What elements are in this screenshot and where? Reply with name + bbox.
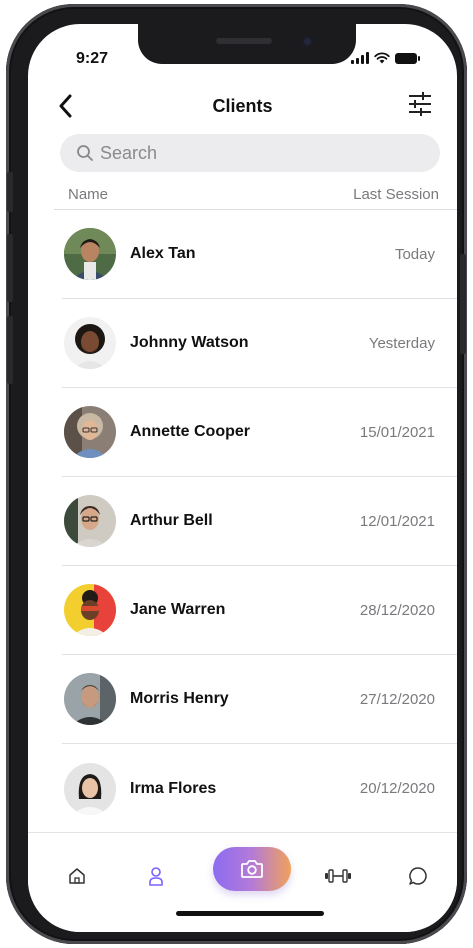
search-icon — [77, 145, 93, 161]
column-headers: Name Last Session — [68, 186, 439, 203]
volume-up-button — [7, 234, 13, 302]
last-session: Today — [394, 245, 435, 263]
mute-switch — [7, 172, 13, 212]
filter-button[interactable] — [407, 90, 433, 118]
volume-down-button — [7, 316, 13, 384]
status-time: 9:27 — [76, 50, 109, 67]
home-indicator — [176, 911, 324, 916]
tab-clients[interactable] — [141, 861, 171, 891]
client-name: Annette Cooper — [130, 423, 250, 440]
camera-button[interactable] — [213, 847, 291, 891]
sliders-icon — [409, 92, 431, 116]
search-bar[interactable] — [60, 134, 440, 172]
wifi-icon — [374, 52, 390, 64]
client-row[interactable]: Johnny Watson Yesterday — [62, 299, 457, 388]
chat-icon — [409, 867, 427, 885]
tab-chat[interactable] — [403, 861, 433, 891]
client-name: Arthur Bell — [130, 512, 213, 529]
power-button — [460, 254, 466, 354]
home-icon — [69, 868, 85, 884]
avatar — [64, 228, 116, 280]
user-icon — [149, 867, 163, 886]
signal-icon — [351, 52, 369, 64]
last-session: Yesterday — [368, 334, 435, 352]
client-name: Irma Flores — [130, 779, 217, 797]
last-session: 12/01/2021 — [359, 512, 435, 530]
client-list: Alex Tan Today Johnny Watson Yesterday A… — [54, 210, 457, 833]
dumbbell-icon — [325, 869, 351, 883]
client-name: Jane Warren — [130, 601, 226, 618]
tab-workouts[interactable] — [323, 861, 353, 891]
client-row[interactable]: Irma Flores 20/12/2020 — [62, 744, 457, 833]
screen: 9:27 Clients Search Name Last Session Al… — [28, 24, 457, 932]
client-row[interactable]: Jane Warren 28/12/2020 — [62, 566, 457, 655]
client-name: Johnny Watson — [130, 334, 249, 351]
avatar — [64, 406, 116, 458]
page-title: Clients — [212, 96, 273, 116]
client-row[interactable]: Morris Henry 27/12/2020 — [62, 655, 457, 744]
client-row[interactable]: Annette Cooper 15/01/2021 — [62, 388, 457, 477]
last-session-column-header: Last Session — [353, 186, 439, 203]
speaker-grille — [216, 38, 272, 44]
last-session: 27/12/2020 — [359, 690, 435, 708]
camera-icon — [241, 860, 263, 878]
client-row[interactable]: Alex Tan Today — [62, 210, 457, 299]
avatar — [64, 495, 116, 547]
notch — [138, 24, 356, 64]
avatar — [64, 317, 116, 369]
tab-home[interactable] — [62, 861, 92, 891]
last-session: 15/01/2021 — [359, 423, 435, 441]
client-name: Alex Tan — [130, 245, 196, 262]
status-icons — [351, 52, 420, 64]
client-row[interactable]: Arthur Bell 12/01/2021 — [62, 477, 457, 566]
battery-icon — [395, 52, 420, 64]
search-input[interactable] — [100, 142, 400, 164]
tab-bar — [28, 832, 457, 932]
avatar — [64, 673, 116, 725]
last-session: 28/12/2020 — [359, 601, 435, 619]
phone-frame: 9:27 Clients Search Name Last Session Al… — [6, 4, 467, 944]
avatar — [64, 762, 116, 815]
front-camera — [302, 36, 313, 47]
client-name: Morris Henry — [130, 690, 229, 707]
name-column-header: Name — [68, 186, 109, 203]
last-session: 20/12/2020 — [359, 780, 435, 797]
avatar — [64, 584, 116, 636]
